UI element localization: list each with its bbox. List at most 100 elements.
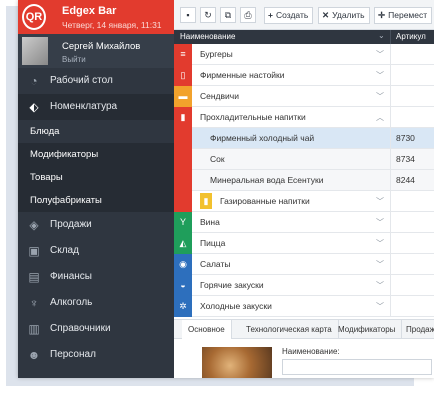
- row-article: 8244: [396, 175, 415, 185]
- brand-header: QR Edgex Bar Четверг, 14 января, 11:31: [18, 0, 174, 34]
- table-row[interactable]: ◉ Салаты ﹀: [174, 254, 434, 275]
- sidebar-item-label: Алкоголь: [50, 297, 93, 308]
- burger-icon: ≡: [174, 44, 192, 65]
- money-icon: ▤: [28, 270, 40, 284]
- sidebar-subitem-goods[interactable]: Товары: [18, 166, 174, 189]
- table-row[interactable]: Минеральная вода Есентуки 8244: [174, 170, 434, 191]
- copy-icon[interactable]: ⧉: [220, 7, 236, 23]
- chevron-down-icon[interactable]: ﹀: [376, 212, 384, 233]
- row-article: 8734: [396, 154, 415, 164]
- sidebar-subitem-dishes[interactable]: Блюда: [18, 120, 174, 143]
- table-row[interactable]: ▮ Прохладительные напитки ︿: [174, 107, 434, 128]
- row-label: Прохладительные напитки: [200, 112, 306, 122]
- table-row[interactable]: Фирменный холодный чай 8730: [174, 128, 434, 149]
- sidebar-item-references[interactable]: ▥ Справочники: [18, 316, 174, 342]
- sidebar-nav: ◔ Рабочий стол ⬖ Номенклатура Блюда Моди…: [18, 68, 174, 368]
- sidebar-item-finance[interactable]: ▤ Финансы: [18, 264, 174, 290]
- chevron-down-icon[interactable]: ﹀: [376, 65, 384, 86]
- speedometer-icon: ◔: [30, 74, 38, 88]
- table-row[interactable]: ✲ Холодные закуски ﹀: [174, 296, 434, 317]
- name-field[interactable]: [282, 359, 432, 375]
- sidebar-subitem-semifinished[interactable]: Полуфабрикаты: [18, 189, 174, 212]
- column-divider: [390, 170, 391, 191]
- sidebar-item-dashboard[interactable]: ◔ Рабочий стол: [18, 68, 174, 94]
- pizza-icon: ◭: [174, 233, 192, 254]
- tab-main[interactable]: Основное: [182, 320, 232, 339]
- move-button[interactable]: ✛ Перемест: [374, 7, 433, 24]
- create-button[interactable]: + Создать: [264, 7, 314, 24]
- row-label: Фирменный холодный чай: [210, 133, 315, 143]
- toolbar: ▪ ↻ ⧉ ⎙ + Создать ✕ Удалить ✛ Перемест: [174, 0, 434, 30]
- column-divider: [390, 191, 391, 212]
- avatar: [22, 37, 48, 65]
- column-divider: [390, 212, 391, 233]
- dish-photo[interactable]: [202, 347, 272, 378]
- hot-snack-icon: ◒: [174, 275, 192, 296]
- column-divider: [390, 275, 391, 296]
- user-name: Сергей Михайлов: [62, 41, 141, 52]
- save-icon[interactable]: ▪: [180, 7, 196, 23]
- tab-modifiers[interactable]: Модификаторы: [332, 320, 403, 339]
- chevron-down-icon[interactable]: ﹀: [376, 44, 384, 65]
- logout-link[interactable]: Выйти: [62, 55, 86, 64]
- category-strip: [174, 191, 192, 212]
- chevron-down-icon[interactable]: ﹀: [376, 191, 384, 212]
- drinks-icon: ▮: [174, 107, 192, 128]
- chevron-down-icon[interactable]: ﹀: [376, 296, 384, 317]
- table-row[interactable]: Сок 8734: [174, 149, 434, 170]
- row-label: Газированные напитки: [220, 196, 310, 206]
- venue-title[interactable]: Edgex Bar: [62, 5, 116, 17]
- book-icon: ▥: [28, 322, 40, 336]
- sidebar-item-label: Финансы: [50, 271, 92, 282]
- sidebar-item-label: Номенклатура: [50, 101, 118, 112]
- column-header-name[interactable]: Наименование: [180, 32, 235, 41]
- chevron-down-icon[interactable]: ﹀: [376, 233, 384, 254]
- table-row[interactable]: ≡ Бургеры ﹀: [174, 44, 434, 65]
- brand-logo: QR: [22, 4, 46, 30]
- row-label: Горячие закуски: [200, 280, 264, 290]
- column-header-article[interactable]: Артикул: [396, 32, 426, 41]
- delete-button[interactable]: ✕ Удалить: [318, 7, 370, 24]
- chevron-down-icon[interactable]: ﹀: [376, 86, 384, 107]
- bottle-icon: ▯: [174, 65, 192, 86]
- table-row[interactable]: ▯ Фирменные настойки ﹀: [174, 65, 434, 86]
- chevron-up-icon[interactable]: ︿: [376, 107, 384, 128]
- category-strip: [174, 128, 192, 149]
- table-row[interactable]: Y Вина ﹀: [174, 212, 434, 233]
- tab-sales[interactable]: Продажи: [400, 320, 434, 339]
- chevron-down-icon[interactable]: ﹀: [376, 275, 384, 296]
- table-row[interactable]: ◭ Пицца ﹀: [174, 233, 434, 254]
- sidebar-item-sales[interactable]: ◈ Продажи: [18, 212, 174, 238]
- sidebar-item-label: Продажи: [50, 219, 92, 230]
- column-divider: [390, 107, 391, 128]
- table-row[interactable]: ▬ Сендвичи ﹀: [174, 86, 434, 107]
- table-row[interactable]: ▮ Газированные напитки ﹀: [174, 191, 434, 212]
- sidebar-item-nomenclature[interactable]: ⬖ Номенклатура: [18, 94, 174, 120]
- row-article: 8730: [396, 133, 415, 143]
- refresh-icon[interactable]: ↻: [200, 7, 216, 23]
- sales-tag-icon: ◈: [29, 218, 39, 232]
- row-label: Пицца: [200, 238, 226, 248]
- row-label: Фирменные настойки: [200, 70, 285, 80]
- wine-icon: Y: [174, 212, 192, 233]
- plus-icon: +: [268, 10, 273, 20]
- row-label: Минеральная вода Есентуки: [210, 175, 324, 185]
- table-row[interactable]: ◒ Горячие закуски ﹀: [174, 275, 434, 296]
- sidebar-item-staff[interactable]: ☻ Персонал: [18, 342, 174, 368]
- tab-tech-card[interactable]: Технологическая карта: [240, 320, 339, 339]
- name-field-label: Наименование:: [282, 347, 340, 356]
- sidebar-item-warehouse[interactable]: ▣ Склад: [18, 238, 174, 264]
- detail-tabs: Основное Технологическая карта Модификат…: [174, 319, 434, 339]
- sidebar-subitem-modifiers[interactable]: Модификаторы: [18, 143, 174, 166]
- app-window: QR Edgex Bar Четверг, 14 января, 11:31 С…: [18, 0, 434, 378]
- print-icon[interactable]: ⎙: [240, 7, 256, 23]
- create-label: Создать: [275, 10, 309, 20]
- delete-label: Удалить: [332, 10, 365, 20]
- category-strip: [174, 149, 192, 170]
- chevron-down-icon[interactable]: ⌄: [378, 31, 385, 40]
- sidebar-item-alcohol[interactable]: ♆ Алкоголь: [18, 290, 174, 316]
- chevron-down-icon[interactable]: ﹀: [376, 254, 384, 275]
- row-label: Сендвичи: [200, 91, 239, 101]
- column-divider: [390, 233, 391, 254]
- people-icon: ☻: [27, 348, 41, 362]
